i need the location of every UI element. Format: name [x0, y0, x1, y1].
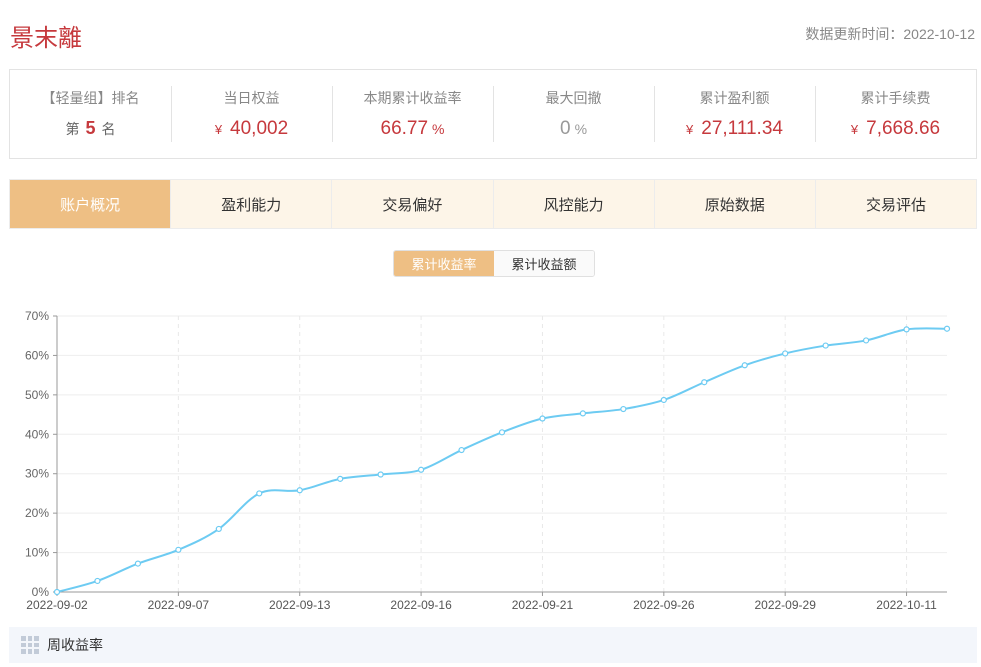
data-point	[822, 342, 829, 349]
stat-daily-equity-label: 当日权益	[223, 90, 280, 106]
tab-trading-preference[interactable]: 交易偏好	[331, 180, 492, 228]
total-fees-number: 7,668.66	[866, 118, 941, 139]
stat-max-drawdown: 最大回撤 0%	[493, 70, 654, 158]
cumulative-return-amount-button[interactable]: 累计收益额	[494, 251, 594, 276]
x-tick-label: 2022-09-13	[269, 598, 331, 612]
data-point	[256, 490, 263, 497]
stat-period-return-label: 本期累计收益率	[363, 90, 462, 106]
x-tick-label: 2022-09-29	[754, 598, 816, 612]
data-point	[701, 379, 708, 386]
data-point	[943, 325, 951, 332]
update-time: 数据更新时间：2022-10-12	[805, 26, 975, 42]
y-tick-label: 0%	[32, 585, 50, 599]
tab-trading-evaluation[interactable]: 交易评估	[814, 180, 976, 228]
data-point	[94, 577, 101, 585]
data-point	[862, 337, 870, 344]
max-drawdown-number: 0	[559, 118, 571, 139]
rank-suffix: 名	[101, 121, 116, 137]
stat-max-drawdown-value: 0%	[493, 118, 654, 144]
stat-daily-equity-value: ¥40,002	[171, 118, 332, 144]
stat-rank-label: 【轻量组】排名	[41, 90, 140, 106]
stat-period-return-value: 66.77%	[332, 118, 493, 144]
x-tick-label: 2022-09-21	[512, 598, 574, 612]
cumulative-return-chart: 0% 10% 20% 30% 40% 50% 60% 70% 2022-09-02 2022-09…	[25, 309, 951, 612]
weekly-return-section[interactable]: 周收益率	[9, 627, 977, 663]
data-point	[498, 429, 506, 436]
tab-account-overview[interactable]: 账户概况	[10, 180, 171, 228]
data-point	[417, 466, 425, 473]
x-tick-label: 2022-09-07	[148, 598, 210, 612]
period-return-number: 66.77	[380, 118, 429, 139]
data-point	[539, 415, 546, 422]
percent-unit: %	[432, 121, 445, 137]
stat-total-profit-label: 累计盈利额	[699, 90, 770, 106]
y-tick-label: 70%	[25, 309, 49, 323]
x-tick-label: 2022-10-11	[876, 598, 937, 612]
data-point	[337, 475, 344, 482]
chart-mode-toggle: 累计收益率 累计收益额	[393, 250, 595, 277]
y-tick-label: 50%	[25, 388, 49, 402]
stats-panel: 【轻量组】排名 第5名 当日权益 ¥40,002 本期累计收益率 66.77% …	[9, 69, 977, 159]
x-tick-label: 2022-09-16	[390, 598, 452, 612]
data-point	[377, 471, 384, 478]
stat-total-fees-value: ¥7,668.66	[815, 118, 976, 144]
x-tick-label: 2022-09-02	[26, 598, 88, 612]
stat-total-fees-label: 累计手续费	[860, 90, 931, 106]
grid-icon	[21, 636, 39, 654]
stat-total-profit-value: ¥27,111.34	[654, 118, 815, 144]
currency-symbol: ¥	[214, 122, 223, 137]
stat-max-drawdown-label: 最大回撤	[545, 90, 602, 106]
tab-raw-data[interactable]: 原始数据	[653, 180, 815, 228]
y-tick-label: 60%	[25, 348, 49, 362]
stat-total-profit: 累计盈利额 ¥27,111.34	[654, 70, 815, 158]
data-point	[579, 410, 587, 417]
y-tick-label: 20%	[25, 506, 49, 520]
data-point	[620, 405, 627, 413]
y-tick-label: 10%	[25, 546, 49, 560]
data-point	[741, 362, 748, 369]
weekly-return-label: 周收益率	[47, 637, 103, 653]
data-point	[215, 525, 222, 533]
stat-rank-value: 第5名	[10, 118, 171, 144]
tab-profitability[interactable]: 盈利能力	[170, 180, 331, 228]
tab-risk-control[interactable]: 风控能力	[492, 180, 654, 228]
total-profit-number: 27,111.34	[701, 118, 783, 139]
data-point	[296, 487, 303, 494]
x-tick-label: 2022-09-26	[633, 598, 695, 612]
tab-bar: 账户概况 盈利能力 交易偏好 风控能力 原始数据 交易评估	[9, 179, 977, 229]
data-point	[134, 560, 142, 567]
rank-number: 5	[85, 118, 96, 138]
page-title: 景末離	[10, 25, 82, 52]
y-tick-label: 40%	[25, 427, 49, 441]
percent-unit: %	[574, 121, 588, 137]
stat-daily-equity: 当日权益 ¥40,002	[171, 70, 332, 158]
y-tick-label: 30%	[25, 467, 49, 481]
rank-prefix: 第	[65, 121, 80, 137]
data-point	[782, 350, 789, 357]
currency-symbol: ¥	[686, 122, 694, 137]
stat-total-fees: 累计手续费 ¥7,668.66	[815, 70, 976, 158]
daily-equity-number: 40,002	[230, 118, 289, 139]
data-point	[660, 396, 667, 404]
currency-symbol: ¥	[850, 122, 859, 137]
data-point	[458, 446, 465, 454]
data-point	[903, 326, 910, 333]
stat-rank: 【轻量组】排名 第5名	[10, 70, 171, 158]
stat-period-return: 本期累计收益率 66.77%	[332, 70, 493, 158]
data-point	[175, 546, 182, 553]
data-point	[53, 588, 61, 596]
cumulative-return-rate-button[interactable]: 累计收益率	[394, 251, 494, 276]
